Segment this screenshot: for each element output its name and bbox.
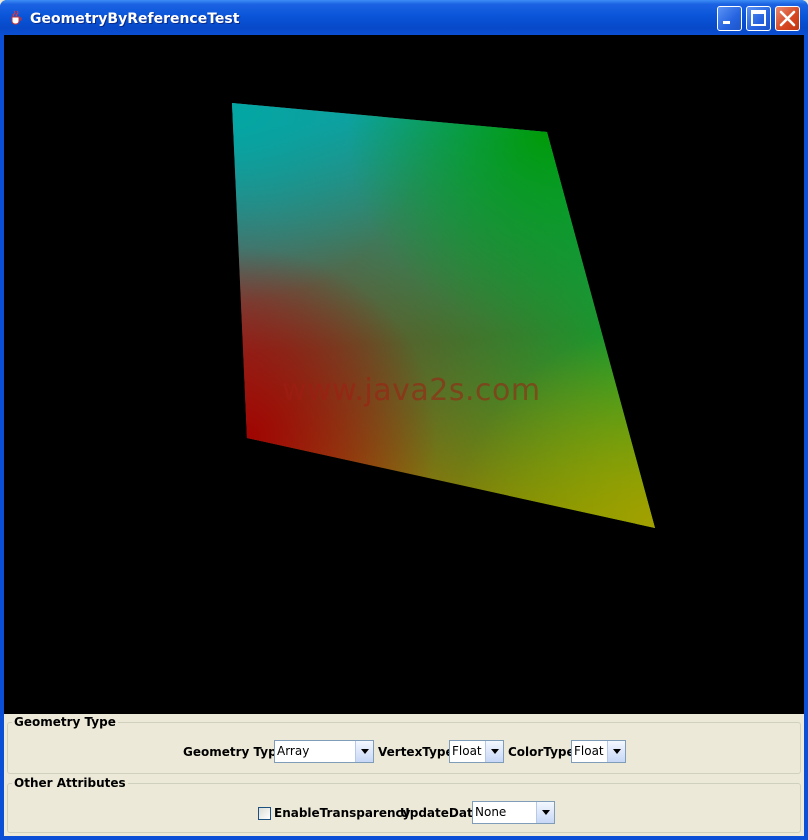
vertex-type-combo[interactable]: Float: [449, 740, 504, 763]
enable-transparency-checkbox[interactable]: [258, 807, 271, 820]
window-title: GeometryByReferenceTest: [30, 11, 240, 27]
other-attributes-group: Other Attributes EnableTransparency Upda…: [7, 776, 801, 833]
other-attributes-group-title: Other Attributes: [12, 776, 128, 790]
chevron-down-icon[interactable]: [536, 802, 554, 823]
close-button[interactable]: [775, 6, 800, 31]
minimize-icon: [723, 21, 730, 24]
minimize-button[interactable]: [717, 6, 742, 31]
chevron-down-icon[interactable]: [355, 741, 373, 762]
vertex-type-value: Float: [452, 744, 482, 758]
app-window: GeometryByReferenceTest www.java2s.com G…: [0, 0, 808, 840]
maximize-icon: [751, 10, 766, 26]
geometry-type-group: Geometry Type Geometry Type Array Vertex…: [7, 715, 801, 774]
update-data-combo[interactable]: None: [472, 801, 555, 824]
title-bar[interactable]: GeometryByReferenceTest: [0, 0, 808, 35]
java-cup-icon: [11, 10, 22, 25]
maximize-button[interactable]: [746, 6, 771, 31]
color-type-value: Float: [574, 744, 604, 758]
geometry-type-value: Array: [277, 744, 310, 758]
geometry-type-combo[interactable]: Array: [274, 740, 374, 763]
watermark-text: www.java2s.com: [282, 373, 541, 408]
chevron-down-icon[interactable]: [485, 741, 503, 762]
vertex-type-label: VertexType: [378, 745, 454, 759]
color-type-label: ColorType: [508, 745, 575, 759]
enable-transparency-label[interactable]: EnableTransparency: [274, 806, 410, 820]
update-data-value: None: [475, 805, 507, 819]
geometry-type-label: Geometry Type: [183, 745, 285, 759]
geometry-type-group-title: Geometry Type: [12, 715, 118, 729]
controls-panel: Geometry Type Geometry Type Array Vertex…: [4, 714, 804, 836]
update-data-label: UpdateData: [400, 806, 481, 820]
chevron-down-icon[interactable]: [607, 741, 625, 762]
close-icon: [779, 10, 796, 27]
color-type-combo[interactable]: Float: [571, 740, 626, 763]
render-canvas[interactable]: www.java2s.com: [4, 35, 804, 714]
